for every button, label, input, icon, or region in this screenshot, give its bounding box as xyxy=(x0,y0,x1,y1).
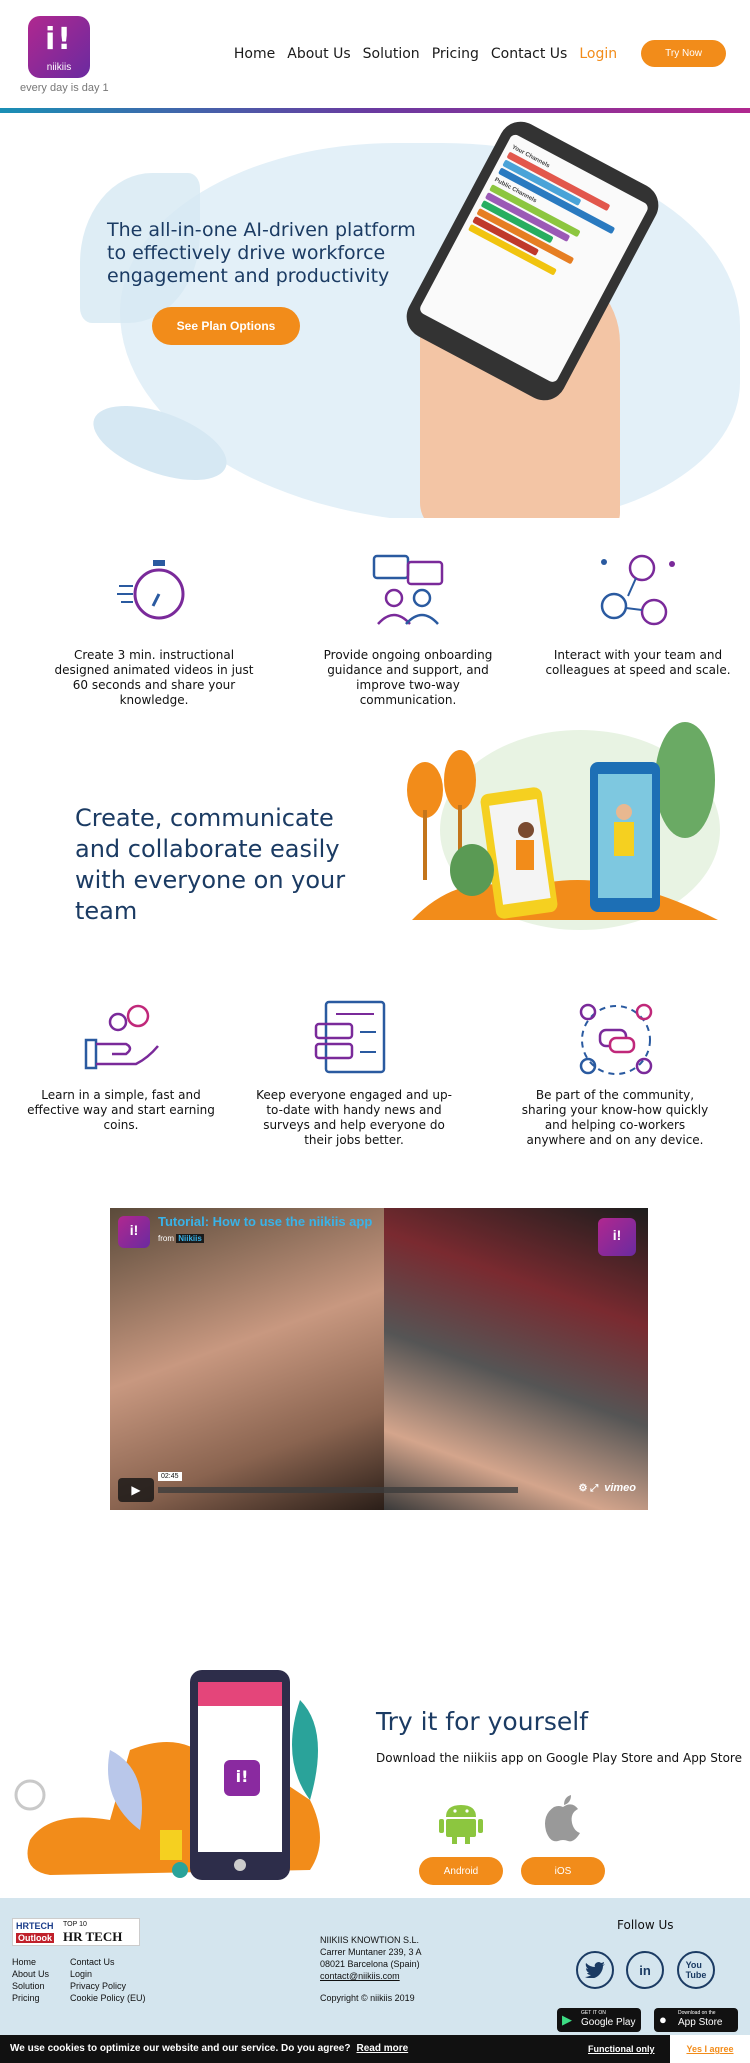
from-label: from xyxy=(158,1234,174,1243)
twitter-icon[interactable] xyxy=(576,1951,614,1989)
nav-pricing[interactable]: Pricing xyxy=(432,46,479,62)
feature-text: Be part of the community, sharing your k… xyxy=(521,1088,709,1147)
ios-button[interactable]: iOS xyxy=(521,1857,605,1885)
badge-small-text: Download on the xyxy=(678,2010,716,2016)
settings-fullscreen-icons[interactable]: ⚙ ⤢ xyxy=(578,1483,598,1494)
svg-text:i!: i! xyxy=(236,1767,249,1786)
follow-us-label: Follow Us xyxy=(617,1918,674,1932)
footer-links-col2: Contact Us Login Privacy Policy Cookie P… xyxy=(70,1956,146,2004)
see-plan-options-button[interactable]: See Plan Options xyxy=(152,307,300,345)
network-people-icon xyxy=(600,554,675,626)
site-header: i! niikiis every day is day 1 Home About… xyxy=(0,0,750,108)
google-play-badge[interactable]: ▶ GET IT ON Google Play xyxy=(557,2008,641,2032)
video-progress-bar[interactable] xyxy=(158,1487,518,1493)
badge-big-text: Google Play xyxy=(581,2017,636,2028)
address-line: 08021 Barcelona (Spain) xyxy=(320,1959,420,1969)
nav-contact[interactable]: Contact Us xyxy=(491,46,567,62)
logo-name: niikiis xyxy=(46,62,72,73)
channel-logo[interactable]: i! xyxy=(118,1216,150,1248)
badge-line: HRTECH xyxy=(16,1921,54,1931)
badge-small-text: GET IT ON xyxy=(581,2010,606,2016)
cookie-message: We use cookies to optimize our website a… xyxy=(10,2043,408,2054)
footer-link-privacy[interactable]: Privacy Policy xyxy=(70,1980,146,1992)
nav-about[interactable]: About Us xyxy=(287,46,350,62)
badge-line: Outlook xyxy=(16,1933,54,1943)
linkedin-icon[interactable]: in xyxy=(626,1951,664,1989)
stopwatch-icon xyxy=(117,560,185,620)
video-duration: 02:45 xyxy=(158,1472,182,1481)
app-phone-illustration: i! xyxy=(14,1670,320,1880)
feature-text: Create 3 min. instructional designed ani… xyxy=(54,648,254,707)
footer-links-col1: Home About Us Solution Pricing xyxy=(12,1956,49,2004)
vimeo-logo[interactable]: ⚙ ⤢ vimeo xyxy=(578,1482,636,1494)
video-frame-left xyxy=(110,1208,384,1510)
contact-email-link[interactable]: contact@niikiis.com xyxy=(320,1971,400,1981)
vimeo-text: vimeo xyxy=(604,1482,636,1494)
cookie-read-more-link[interactable]: Read more xyxy=(356,2043,408,2054)
footer-link-about[interactable]: About Us xyxy=(12,1968,49,1980)
company-name: NIIKIIS KNOWTION S.L. xyxy=(320,1935,420,1945)
youtube-icon[interactable]: You Tube xyxy=(677,1951,715,1989)
footer-link-home[interactable]: Home xyxy=(12,1956,49,1968)
cookie-banner: We use cookies to optimize our website a… xyxy=(0,2035,750,2063)
try-title: Try it for yourself xyxy=(376,1707,588,1736)
niikiis-watermark: i! xyxy=(598,1218,636,1256)
copyright: Copyright © niikiis 2019 xyxy=(320,1993,415,2003)
play-icon[interactable]: ▶ xyxy=(118,1478,154,1502)
hrtech-outlook-badge: HRTECH Outlook TOP 10 HR TECH xyxy=(12,1918,140,1946)
badge-big-text: App Store xyxy=(678,2017,723,2028)
badge-line: HR TECH xyxy=(63,1929,123,1944)
footer-link-login[interactable]: Login xyxy=(70,1968,146,1980)
video-title[interactable]: Tutorial: How to use the niikiis app xyxy=(158,1214,372,1229)
footer-link-solution[interactable]: Solution xyxy=(12,1980,49,1992)
address-line: Carrer Muntaner 239, 3 A xyxy=(320,1947,422,1957)
google-play-icon: ▶ xyxy=(562,2012,572,2027)
collaboration-illustration xyxy=(407,722,720,930)
feature-text: Keep everyone engaged and up-to-date wit… xyxy=(256,1088,452,1147)
android-icon[interactable] xyxy=(436,1795,486,1845)
from-author[interactable]: Niikiis xyxy=(176,1234,204,1243)
community-icon xyxy=(579,1003,653,1075)
footer-link-pricing[interactable]: Pricing xyxy=(12,1992,49,2004)
functional-only-button[interactable]: Functional only xyxy=(588,2044,655,2054)
niikiis-logo[interactable]: i! niikiis xyxy=(28,16,90,78)
logo-mark: i! xyxy=(45,22,73,57)
nav-solution[interactable]: Solution xyxy=(363,46,420,62)
video-controls: ▶ 02:45 ⚙ ⤢ vimeo xyxy=(118,1472,640,1502)
coins-hand-icon xyxy=(84,1004,159,1070)
badge-line: TOP 10 xyxy=(63,1921,87,1928)
video-player[interactable]: i! Tutorial: How to use the niikiis app … xyxy=(110,1208,648,1510)
footer-link-cookie[interactable]: Cookie Policy (EU) xyxy=(70,1992,146,2004)
feature-text: Interact with your team and colleagues a… xyxy=(545,648,731,677)
footer-link-contact[interactable]: Contact Us xyxy=(70,1956,146,1968)
feature-text: Learn in a simple, fast and effective wa… xyxy=(27,1088,215,1132)
news-survey-icon xyxy=(314,1000,386,1074)
try-now-button[interactable]: Try Now xyxy=(641,40,726,67)
hero-title: The all-in-one AI-driven platform to eff… xyxy=(107,219,416,287)
video-from: from Niikiis xyxy=(158,1234,204,1243)
tagline: every day is day 1 xyxy=(20,82,109,94)
feature-text: Provide ongoing onboarding guidance and … xyxy=(323,648,493,707)
apple-icon[interactable] xyxy=(538,1793,588,1843)
cookie-text: We use cookies to optimize our website a… xyxy=(10,2043,351,2054)
main-nav: Home About Us Solution Pricing Contact U… xyxy=(234,40,726,67)
android-button[interactable]: Android xyxy=(419,1857,503,1885)
company-address: NIIKIIS KNOWTION S.L. Carrer Muntaner 23… xyxy=(320,1934,422,2004)
collab-title: Create, communicate and collaborate easi… xyxy=(75,804,346,925)
app-store-badge[interactable]: ● Download on the App Store xyxy=(654,2008,738,2032)
nav-login[interactable]: Login xyxy=(579,46,617,62)
agree-button[interactable]: Yes I agree xyxy=(670,2035,750,2063)
apple-logo-icon: ● xyxy=(659,2012,667,2027)
hero-section: The all-in-one AI-driven platform to eff… xyxy=(0,113,750,518)
try-subtitle: Download the niikiis app on Google Play … xyxy=(376,1751,742,1765)
chat-people-icon xyxy=(372,554,444,625)
nav-home[interactable]: Home xyxy=(234,46,275,62)
